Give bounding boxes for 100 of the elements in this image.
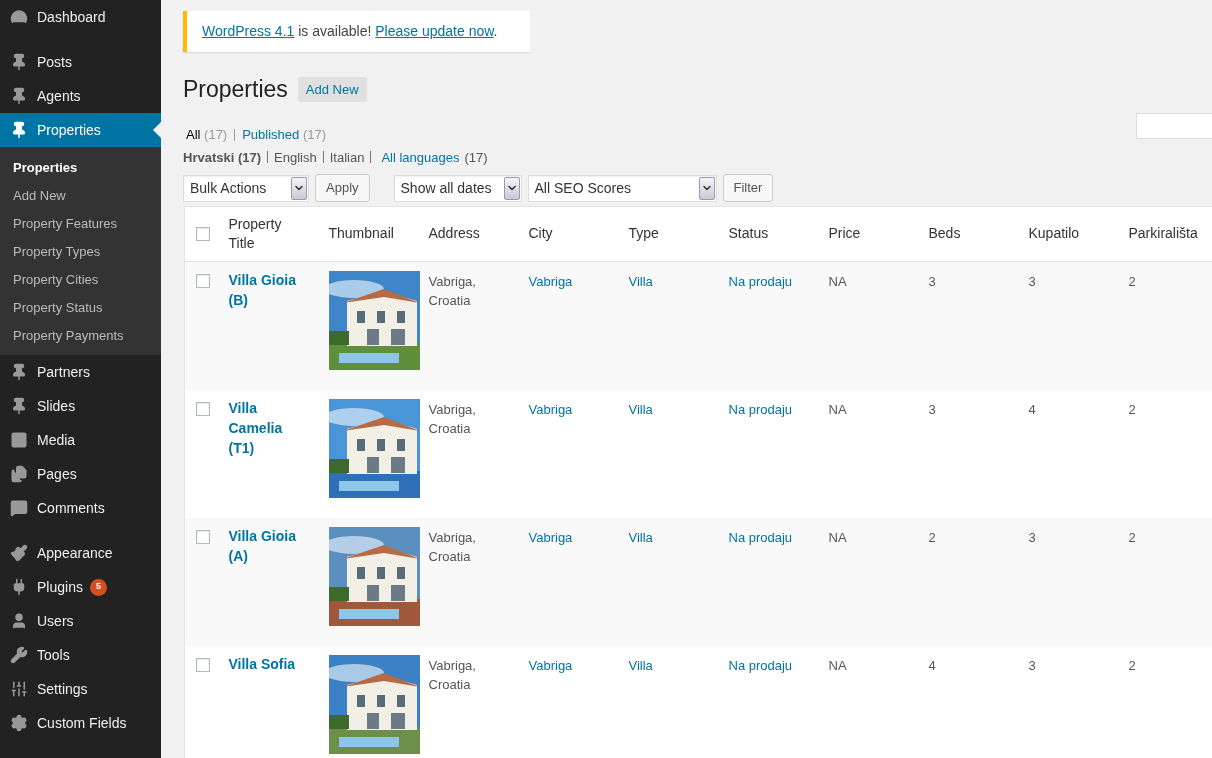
city-link[interactable]: Vabriga	[528, 530, 573, 545]
column-header[interactable]: City	[528, 224, 553, 244]
table-cell-text: 3	[928, 273, 936, 291]
paintbrush-icon	[10, 544, 28, 562]
update-count-badge: 5	[89, 578, 107, 596]
table-cell-text: Vabriga, Croatia	[428, 529, 477, 566]
column-header[interactable]: Beds	[928, 224, 961, 244]
menu-item[interactable]: Appearance	[0, 536, 161, 570]
menu-item[interactable]: Slides	[0, 389, 161, 423]
submenu-item[interactable]: Add New	[0, 182, 161, 210]
menu-item[interactable]: Media	[0, 423, 161, 457]
table-cell-text: 3	[1028, 657, 1036, 675]
wrench-icon	[10, 646, 28, 664]
table-cell-text: Vabriga, Croatia	[428, 401, 477, 438]
submenu-item[interactable]: Properties	[0, 154, 161, 182]
city-link[interactable]: Vabriga	[528, 402, 573, 417]
status-link[interactable]: Na prodaju	[728, 402, 793, 417]
sliders-icon	[10, 680, 28, 698]
table-cell-text: 2	[1128, 401, 1136, 419]
column-header[interactable]: Status	[728, 224, 769, 244]
table-cell-text: NA	[828, 657, 847, 675]
checkbox[interactable]	[196, 227, 210, 241]
column-header[interactable]: Price	[828, 224, 861, 244]
table-cell-text: 2	[1128, 273, 1136, 291]
menu-item[interactable]: Pages	[0, 457, 161, 491]
table-cell-text: 4	[928, 657, 936, 675]
pointer-icon	[153, 122, 161, 138]
submenu-item[interactable]: Property Cities	[0, 266, 161, 294]
language-filter-link[interactable]: Hrvatski (17)	[183, 147, 262, 167]
submenu-item[interactable]: Property Types	[0, 238, 161, 266]
menu-item[interactable]: Partners	[0, 355, 161, 389]
language-filter-link[interactable]: All languages (17)	[381, 147, 488, 167]
status-link[interactable]: Na prodaju	[728, 530, 793, 545]
menu-item[interactable]: Properties	[0, 113, 161, 147]
status-link[interactable]: Na prodaju	[728, 658, 793, 673]
property-title-link[interactable]: Villa Gioia (A)	[228, 526, 309, 566]
checkbox[interactable]	[196, 274, 210, 288]
apply-button[interactable]: Apply	[315, 174, 370, 202]
table-cell-text: 2	[1128, 529, 1136, 547]
submenu-item[interactable]: Property Status	[0, 294, 161, 322]
notice-text: WordPress 4.1 is available! Please update now.	[202, 22, 498, 41]
type-link[interactable]: Villa	[628, 402, 653, 417]
page-title: Properties	[183, 75, 288, 104]
type-link[interactable]: Villa	[628, 658, 653, 673]
checkbox[interactable]	[196, 530, 210, 544]
property-title-link[interactable]: Villa Camelia (T1)	[228, 398, 309, 458]
pin-icon	[10, 397, 28, 415]
status-link[interactable]: Na prodaju	[728, 274, 793, 289]
table-cell-text: NA	[828, 401, 847, 419]
city-link[interactable]: Vabriga	[528, 274, 573, 289]
date-filter-select[interactable]: Show all dates	[393, 174, 522, 202]
table-cell-text: NA	[828, 529, 847, 547]
language-filter-link[interactable]: English	[274, 147, 317, 167]
column-header[interactable]: Type	[628, 224, 659, 244]
submenu-item[interactable]: Property Features	[0, 210, 161, 238]
menu-item[interactable]: Plugins 5	[0, 570, 161, 604]
table-cell-text: 2	[928, 529, 936, 547]
menu-item[interactable]: Dashboard	[0, 0, 161, 34]
status-filter-link[interactable]: Published (17)	[242, 125, 327, 145]
seo-filter-select[interactable]: All SEO Scores	[527, 174, 717, 202]
menu-item[interactable]: Users	[0, 604, 161, 638]
menu-item[interactable]: Settings	[0, 672, 161, 706]
pin-icon	[10, 121, 28, 139]
notice-link[interactable]: Please update now	[375, 23, 494, 39]
notice-link[interactable]: WordPress 4.1	[202, 23, 295, 39]
user-icon	[10, 612, 28, 630]
column-header[interactable]: Parkirališta	[1128, 224, 1198, 244]
column-header[interactable]: Kupatilo	[1028, 224, 1080, 244]
menu-item[interactable]: Custom Fields	[0, 706, 161, 740]
checkbox[interactable]	[196, 402, 210, 416]
property-title-link[interactable]: Villa Sofia	[228, 654, 309, 674]
table-cell-text: Vabriga, Croatia	[428, 273, 477, 310]
bulk-actions-select[interactable]: Bulk Actions	[183, 174, 309, 202]
table-cell-text: NA	[828, 273, 847, 291]
city-link[interactable]: Vabriga	[528, 658, 573, 673]
pin-icon	[10, 87, 28, 105]
menu-item[interactable]: Comments	[0, 491, 161, 525]
pin-icon	[10, 53, 28, 71]
type-link[interactable]: Villa	[628, 530, 653, 545]
checkbox[interactable]	[196, 658, 210, 672]
status-filter-link[interactable]: All (17)	[186, 125, 228, 145]
type-link[interactable]: Villa	[628, 274, 653, 289]
search-field[interactable]	[1136, 112, 1212, 139]
table-cell-text: 4	[1028, 401, 1036, 419]
menu-item[interactable]: Agents	[0, 79, 161, 113]
filter-button[interactable]: Filter	[722, 174, 774, 202]
table-cell-text: 3	[928, 401, 936, 419]
menu-item[interactable]: Posts	[0, 45, 161, 79]
gear-icon	[10, 714, 28, 732]
add-new-button[interactable]: Add New	[297, 76, 367, 102]
table-cell-text: 3	[1028, 529, 1036, 547]
property-title-link[interactable]: Villa Gioia (B)	[228, 270, 309, 310]
menu-item[interactable]: Tools	[0, 638, 161, 672]
column-header[interactable]: Address	[428, 224, 480, 244]
table-cell-text: 3	[1028, 273, 1036, 291]
column-header[interactable]: Property Title	[228, 214, 291, 253]
table-cell-text: 2	[1128, 657, 1136, 675]
submenu-item[interactable]: Property Payments	[0, 322, 161, 350]
language-filter-link[interactable]: Italian	[329, 147, 365, 167]
column-header[interactable]: Thumbnail	[328, 224, 394, 244]
